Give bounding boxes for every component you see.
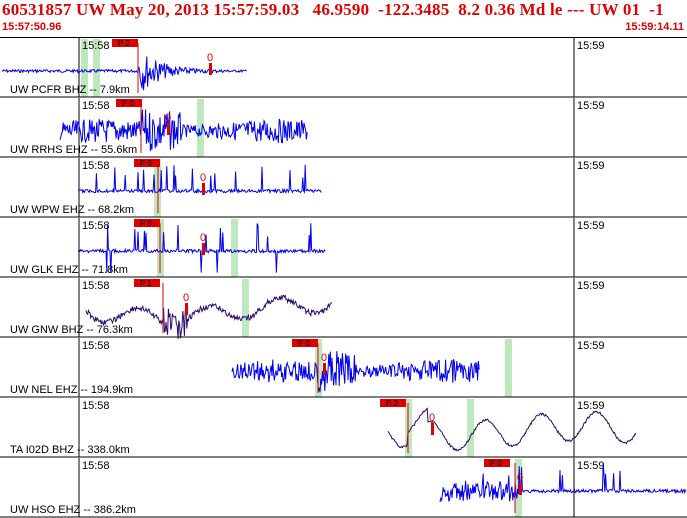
time-window-marker: [505, 339, 512, 397]
zero-marker-bar: [185, 303, 188, 315]
phase-pick-label: P 1: [140, 279, 152, 288]
zero-marker-bar: [519, 483, 522, 495]
minute-tick-label: 15:59: [577, 100, 605, 112]
minute-tick-label: 15:59: [577, 280, 605, 292]
zero-marker-label: 0: [429, 412, 435, 424]
zero-marker-bar: [431, 423, 434, 435]
trace-label-hso: UW HSO EHZ -- 386.2km: [10, 504, 136, 516]
trace-label-wpw: UW WPW EHZ -- 68.2km: [10, 204, 134, 216]
zero-marker-label: 0: [207, 52, 213, 64]
zero-marker-label: 0: [321, 352, 327, 364]
minute-tick-label: 15:58: [82, 220, 110, 232]
time-window-marker: [467, 399, 474, 457]
minute-tick-label: 15:58: [82, 460, 110, 472]
minute-tick-label: 15:59: [577, 40, 605, 52]
minute-tick-label: 15:59: [577, 220, 605, 232]
zero-marker-bar: [209, 63, 212, 75]
minute-tick-label: 15:59: [577, 460, 605, 472]
zero-marker-label: 0: [165, 112, 171, 124]
seismogram-panel[interactable]: 15:58 15:59 P 2 0 UW PCFR BHZ -- 7.9km 15:58 1…: [0, 37, 687, 518]
window-end-time: 15:59:14.11: [625, 21, 684, 33]
time-window-marker: [197, 99, 204, 157]
phase-pick-label: P 2: [118, 39, 130, 48]
phase-pick-label: P 0: [490, 459, 502, 468]
minute-tick-label: 15:59: [577, 340, 605, 352]
minute-tick-label: 15:58: [82, 340, 110, 352]
window-start-time: 15:57:50.96: [2, 21, 62, 33]
time-window-marker: [242, 279, 249, 337]
phase-pick-label: P 2: [386, 399, 398, 408]
minute-tick-label: 15:58: [82, 40, 110, 52]
trace-label-i02d: TA I02D BHZ -- 338.0km: [10, 444, 130, 456]
trace-label-nel: UW NEL EHZ -- 194.9km: [10, 384, 133, 396]
event-title: 60531857 UW May 20, 2013 15:57:59.03 46.…: [2, 0, 664, 19]
minute-tick-label: 15:58: [82, 160, 110, 172]
minute-tick-label: 15:58: [82, 100, 110, 112]
zero-marker-label: 0: [183, 292, 189, 304]
phase-pick-label: P 0: [122, 99, 134, 108]
trace-label-glk: UW GLK EHZ -- 71.8km: [10, 264, 128, 276]
phase-pick-label: P 0: [140, 219, 152, 228]
waveform-i02d[interactable]: [387, 407, 637, 452]
minute-tick-label: 15:59: [577, 160, 605, 172]
zero-marker-bar: [323, 363, 326, 375]
zero-marker-bar: [167, 123, 170, 135]
phase-pick-label: P 0: [140, 159, 152, 168]
minute-tick-label: 15:59: [577, 400, 605, 412]
minute-tick-label: 15:58: [82, 280, 110, 292]
zero-marker-label: 0: [200, 232, 206, 244]
zero-marker-bar: [202, 243, 205, 255]
zero-marker-label: 0: [517, 472, 523, 484]
waveform-nel[interactable]: [231, 351, 480, 393]
event-header: 60531857 UW May 20, 2013 15:57:59.03 46.…: [0, 0, 687, 37]
trace-label-pcfr: UW PCFR BHZ -- 7.9km: [10, 84, 130, 96]
zero-marker-bar: [202, 183, 205, 195]
trace-label-gnw: UW GNW BHZ -- 76.3km: [10, 324, 133, 336]
zero-marker-label: 0: [200, 172, 206, 184]
waveform-hso[interactable]: [439, 462, 687, 503]
phase-pick-label: P 0: [298, 339, 310, 348]
trace-label-rrhs: UW RRHS EHZ -- 55.6km: [10, 144, 137, 156]
time-window-marker: [231, 219, 238, 277]
minute-tick-label: 15:58: [82, 400, 110, 412]
